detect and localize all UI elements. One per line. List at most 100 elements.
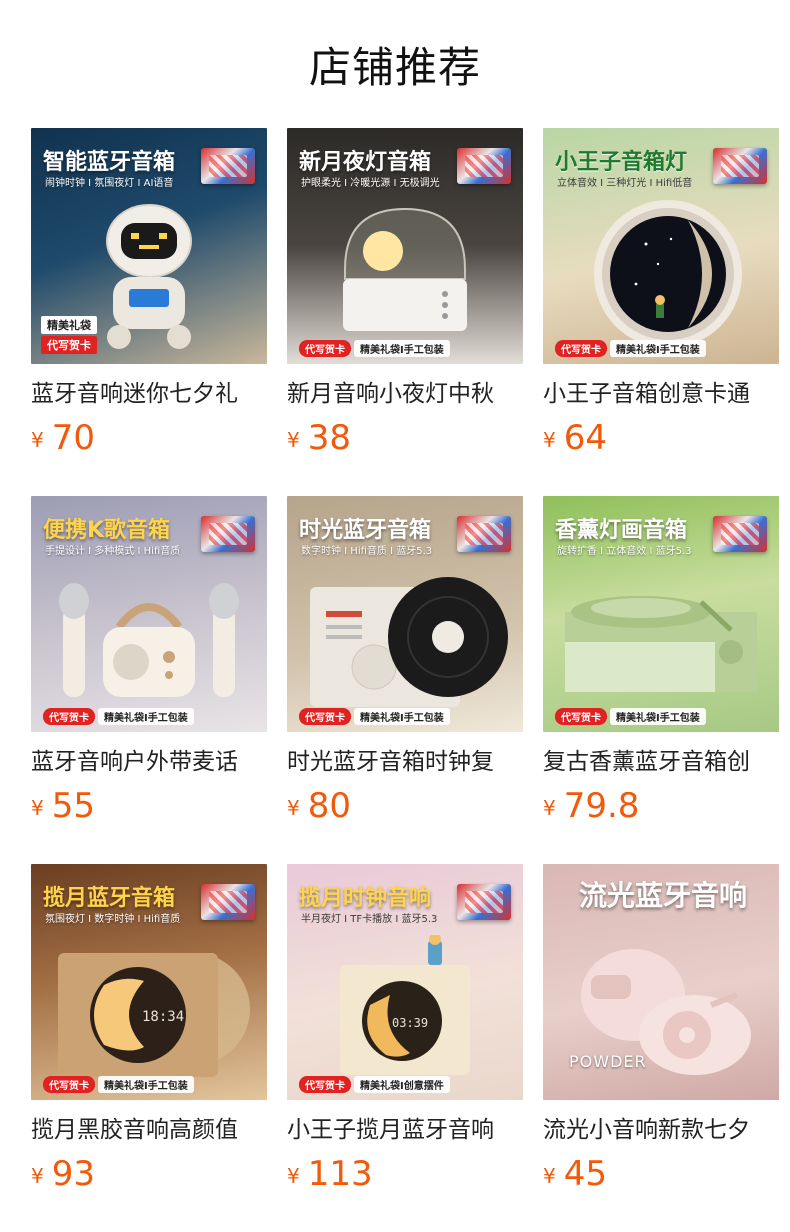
image-headline: 新月夜灯音箱 xyxy=(299,150,432,175)
product-card[interactable]: 新月夜灯音箱 护眼柔光 I 冷暖光源 I 无极调光 代写贺卡 精美礼袋I手工包装… xyxy=(287,128,523,496)
greeting-card-tag: 代写贺卡 xyxy=(299,708,351,725)
product-card[interactable]: 小王子音箱灯 立体音效 I 三种灯光 I Hifi低音 代写贺卡 精美礼袋I手工… xyxy=(543,128,779,496)
price-value: 64 xyxy=(563,418,607,458)
currency-symbol: ¥ xyxy=(287,428,300,452)
svg-text:03:39: 03:39 xyxy=(392,1016,428,1030)
image-subline: 数字时钟 I Hifi音质 I 蓝牙5.3 xyxy=(301,546,433,557)
currency-symbol: ¥ xyxy=(543,1164,556,1188)
product-price: ¥45 xyxy=(543,1153,779,1195)
product-card[interactable]: 18:34 揽月蓝牙音箱 氛围夜灯 I 数字时钟 I Hifi音质 代写贺卡 精… xyxy=(31,864,267,1232)
product-card[interactable]: 时光蓝牙音箱 数字时钟 I Hifi音质 I 蓝牙5.3 代写贺卡 精美礼袋I手… xyxy=(287,496,523,864)
gift-bag-tag: 精美礼袋I手工包装 xyxy=(98,708,194,725)
greeting-card-tag: 代写贺卡 xyxy=(43,708,95,725)
product-name[interactable]: 小王子音箱创意卡通 xyxy=(543,379,779,409)
shop-recommendation-page: 店铺推荐 智能蓝牙音箱 闹钟时钟 I 氛围夜灯 I AI语音 精美礼袋 代写贺卡… xyxy=(0,0,790,1232)
product-price: ¥70 xyxy=(31,417,267,459)
product-grid: 智能蓝牙音箱 闹钟时钟 I 氛围夜灯 I AI语音 精美礼袋 代写贺卡 蓝牙音响… xyxy=(31,128,779,1232)
gift-box-icon xyxy=(201,884,255,920)
product-image[interactable]: 小王子音箱灯 立体音效 I 三种灯光 I Hifi低音 代写贺卡 精美礼袋I手工… xyxy=(543,128,779,364)
price-value: 113 xyxy=(307,1154,373,1194)
product-image[interactable]: 时光蓝牙音箱 数字时钟 I Hifi音质 I 蓝牙5.3 代写贺卡 精美礼袋I手… xyxy=(287,496,523,732)
product-image[interactable]: 03:39 揽月时钟音响 半月夜灯 I TF卡播放 I 蓝牙5.3 代写贺卡 精… xyxy=(287,864,523,1100)
image-tags: 代写贺卡 精美礼袋I手工包装 xyxy=(43,1076,194,1093)
product-card[interactable]: 流光蓝牙音响 POWDER 流光小音响新款七夕 ¥45 xyxy=(543,864,779,1232)
product-name[interactable]: 蓝牙音响户外带麦话 xyxy=(31,747,267,777)
product-price: ¥113 xyxy=(287,1153,523,1195)
turntable-diffuser-illustration xyxy=(565,596,757,693)
image-headline: 便携K歌音箱 xyxy=(43,518,171,543)
product-name[interactable]: 新月音响小夜灯中秋 xyxy=(287,379,523,409)
gift-bag-tag: 精美礼袋I手工包装 xyxy=(98,1076,194,1093)
product-price: ¥79.8 xyxy=(543,785,779,827)
product-name[interactable]: 复古香薰蓝牙音箱创 xyxy=(543,747,779,777)
image-tags: 代写贺卡 精美礼袋I手工包装 xyxy=(299,708,450,725)
product-name[interactable]: 揽月黑胶音响高颜值 xyxy=(31,1115,267,1145)
product-image[interactable]: 便携K歌音箱 手提设计 I 多种模式 I Hifi音质 代写贺卡 精美礼袋I手工… xyxy=(31,496,267,732)
product-card[interactable]: 香薰灯画音箱 旋转扩香 I 立体音效 I 蓝牙5.3 代写贺卡 精美礼袋I手工包… xyxy=(543,496,779,864)
image-headline: 香薰灯画音箱 xyxy=(555,518,688,543)
product-name[interactable]: 流光小音响新款七夕 xyxy=(543,1115,779,1145)
image-tags: 代写贺卡 精美礼袋I手工包装 xyxy=(43,708,194,725)
image-subline: 手提设计 I 多种模式 I Hifi音质 xyxy=(45,546,181,557)
little-prince-clock-speaker-illustration: 03:39 xyxy=(340,935,470,1076)
product-card[interactable]: 03:39 揽月时钟音响 半月夜灯 I TF卡播放 I 蓝牙5.3 代写贺卡 精… xyxy=(287,864,523,1232)
image-subline: 半月夜灯 I TF卡播放 I 蓝牙5.3 xyxy=(301,914,438,925)
image-headline: 智能蓝牙音箱 xyxy=(43,150,176,175)
price-value: 70 xyxy=(51,418,95,458)
greeting-card-tag: 代写贺卡 xyxy=(555,708,607,725)
product-image[interactable]: 智能蓝牙音箱 闹钟时钟 I 氛围夜灯 I AI语音 精美礼袋 代写贺卡 xyxy=(31,128,267,364)
gift-bag-tag: 精美礼袋I创意摆件 xyxy=(354,1076,450,1093)
svg-text:18:34: 18:34 xyxy=(142,1009,184,1025)
image-subline: 旋转扩香 I 立体音效 I 蓝牙5.3 xyxy=(557,546,692,557)
page-title: 店铺推荐 xyxy=(308,43,481,92)
product-image[interactable]: 香薰灯画音箱 旋转扩香 I 立体音效 I 蓝牙5.3 代写贺卡 精美礼袋I手工包… xyxy=(543,496,779,732)
product-name[interactable]: 时光蓝牙音箱时钟复 xyxy=(287,747,523,777)
price-value: 55 xyxy=(51,786,95,826)
image-headline: 揽月蓝牙音箱 xyxy=(43,886,176,911)
product-card[interactable]: 智能蓝牙音箱 闹钟时钟 I 氛围夜灯 I AI语音 精美礼袋 代写贺卡 蓝牙音响… xyxy=(31,128,267,496)
image-subline: 护眼柔光 I 冷暖光源 I 无极调光 xyxy=(301,178,440,189)
product-card[interactable]: 便携K歌音箱 手提设计 I 多种模式 I Hifi音质 代写贺卡 精美礼袋I手工… xyxy=(31,496,267,864)
gift-bag-tag: 精美礼袋I手工包装 xyxy=(354,340,450,357)
image-tags: 代写贺卡 精美礼袋I手工包装 xyxy=(555,340,706,357)
price-value: 79.8 xyxy=(563,786,640,826)
currency-symbol: ¥ xyxy=(543,428,556,452)
image-headline: 流光蓝牙音响 xyxy=(579,879,748,912)
product-image[interactable]: 18:34 揽月蓝牙音箱 氛围夜灯 I 数字时钟 I Hifi音质 代写贺卡 精… xyxy=(31,864,267,1100)
image-subline: 氛围夜灯 I 数字时钟 I Hifi音质 xyxy=(45,914,181,925)
greeting-card-tag: 代写贺卡 xyxy=(43,1076,95,1093)
image-tags: 精美礼袋 代写贺卡 xyxy=(41,316,97,354)
gift-bag-tag: 精美礼袋I手工包装 xyxy=(610,708,706,725)
image-headline: 小王子音箱灯 xyxy=(555,150,688,175)
currency-symbol: ¥ xyxy=(31,428,44,452)
moon-vinyl-speaker-illustration: 18:34 xyxy=(58,953,250,1078)
gift-box-icon xyxy=(713,148,767,184)
currency-symbol: ¥ xyxy=(287,796,300,820)
gift-box-icon xyxy=(713,516,767,552)
currency-symbol: ¥ xyxy=(543,796,556,820)
image-tags: 代写贺卡 精美礼袋I手工包装 xyxy=(555,708,706,725)
gift-box-icon xyxy=(457,148,511,184)
product-price: ¥55 xyxy=(31,785,267,827)
gift-box-icon xyxy=(201,516,255,552)
image-subline: 闹钟时钟 I 氛围夜灯 I AI语音 xyxy=(45,178,174,189)
image-tags: 代写贺卡 精美礼袋I创意摆件 xyxy=(299,1076,450,1093)
product-image[interactable]: 新月夜灯音箱 护眼柔光 I 冷暖光源 I 无极调光 代写贺卡 精美礼袋I手工包装 xyxy=(287,128,523,364)
price-value: 45 xyxy=(563,1154,607,1194)
product-name[interactable]: 小王子揽月蓝牙音响 xyxy=(287,1115,523,1145)
gift-bag-tag: 精美礼袋 xyxy=(41,316,97,334)
currency-symbol: ¥ xyxy=(287,1164,300,1188)
currency-symbol: ¥ xyxy=(31,1164,44,1188)
price-value: 93 xyxy=(51,1154,95,1194)
little-prince-speaker-illustration xyxy=(594,200,742,349)
brand-mark: POWDER xyxy=(569,1052,647,1071)
gift-bag-tag: 精美礼袋I手工包装 xyxy=(610,340,706,357)
product-image[interactable]: 流光蓝牙音响 POWDER xyxy=(543,864,779,1100)
product-price: ¥38 xyxy=(287,417,523,459)
greeting-card-tag: 代写贺卡 xyxy=(555,340,607,357)
image-headline: 时光蓝牙音箱 xyxy=(299,518,432,543)
vinyl-clock-speaker-illustration xyxy=(310,577,508,708)
moon-lamp-speaker-illustration xyxy=(343,208,467,332)
image-headline: 揽月时钟音响 xyxy=(299,886,432,911)
product-name[interactable]: 蓝牙音响迷你七夕礼 xyxy=(31,379,267,409)
